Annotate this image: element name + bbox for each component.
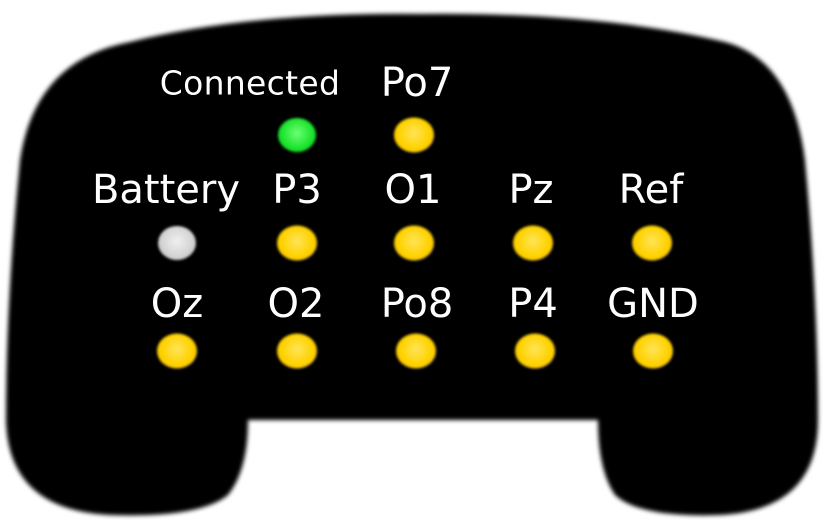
electrode-led-gnd (633, 333, 673, 369)
electrode-label-po8: Po8 (380, 281, 454, 327)
battery-label: Battery (91, 167, 241, 213)
electrode-led-po8 (396, 333, 436, 369)
electrode-label-gnd: GND (607, 281, 699, 327)
electrode-label-ref: Ref (618, 167, 684, 213)
connected-indicator-led (278, 118, 316, 152)
electrode-label-p3: P3 (272, 167, 322, 213)
electrode-led-o1 (394, 225, 434, 261)
electrode-label-po7: Po7 (380, 60, 454, 106)
electrode-label-p4: P4 (508, 281, 558, 327)
eeg-headset-diagram: Connected Battery Po7 P3 O1 Pz Ref Oz O2… (0, 0, 824, 520)
electrode-label-o1: O1 (384, 167, 442, 213)
electrode-led-oz (157, 333, 197, 369)
electrode-label-o2: O2 (267, 281, 325, 327)
connected-label: Connected (159, 63, 341, 103)
electrode-led-o2 (277, 333, 317, 369)
electrode-led-p3 (277, 225, 317, 261)
battery-indicator-led (158, 226, 196, 260)
electrode-led-pz (513, 225, 553, 261)
electrode-label-pz: Pz (508, 167, 554, 213)
electrode-led-p4 (515, 333, 555, 369)
electrode-led-ref (632, 225, 672, 261)
electrode-led-po7 (394, 117, 434, 153)
electrode-label-oz: Oz (150, 281, 204, 327)
